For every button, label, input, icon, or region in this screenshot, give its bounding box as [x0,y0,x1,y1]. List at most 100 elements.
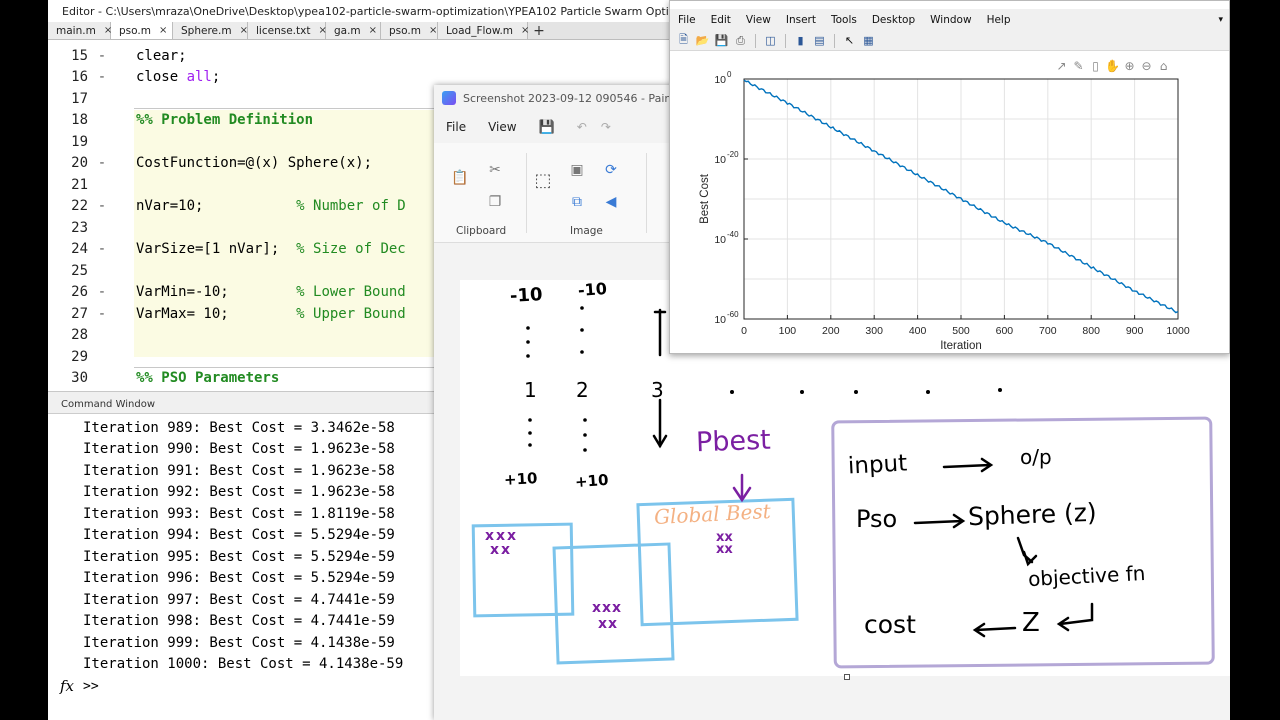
brush-icon[interactable]: ✎ [1071,59,1086,73]
tab-label: main.m [56,24,96,37]
pan-icon[interactable]: ✋ [1105,59,1120,73]
cut-icon[interactable]: ✂ [486,161,504,179]
figure-menu-desktop[interactable]: Desktop [872,14,915,26]
open-file-icon[interactable]: 📂 [695,33,710,48]
zoom-in-icon[interactable]: ⊕ [1122,59,1137,73]
new-figure-icon[interactable]: 🗎 [676,33,691,48]
y-tick-exponent: -60 [727,310,739,319]
toolbar-separator [834,33,835,48]
y-tick-label: 10 [714,154,726,166]
flip-icon[interactable]: ◀ [602,193,620,211]
label-op: o/p [1020,445,1052,469]
tab-close-icon[interactable]: × [369,25,377,36]
tab-close-icon[interactable]: × [240,25,248,36]
x-tick-label: 900 [1126,325,1144,337]
label-minus10-a: -10 [509,284,544,307]
zoom-out-icon[interactable]: ⊖ [1139,59,1154,73]
breakpoint-marker[interactable]: - [88,241,116,257]
x-marks-box1b: xx [490,542,513,558]
save-figure-icon[interactable]: 💾 [714,33,729,48]
export-icon[interactable]: ↗ [1054,59,1069,73]
command-prompt[interactable]: >> [83,679,99,694]
y-tick-exponent: 0 [727,70,732,79]
line-number: 17 [71,90,88,107]
paste-icon[interactable]: 📋 [451,169,469,187]
tab-3[interactable]: license.txt × [248,22,327,39]
ribbon-divider [526,153,527,233]
tab-close-icon[interactable]: × [429,25,437,36]
x-tick-label: 300 [865,325,883,337]
toolbar-separator [755,33,756,48]
colorbar-icon[interactable]: ▮ [793,33,808,48]
rotate-icon[interactable]: ⟳ [602,161,620,179]
code-token: %% PSO Parameters [136,370,280,387]
y-tick-exponent: -20 [727,150,739,159]
line-number: 28 [71,327,88,344]
best-cost-chart[interactable]: 0 100 200 300 400 500 600 700 800 900 100010 010 -20… [670,51,1229,353]
line-number: 25 [71,262,88,279]
label-index-3: 3 [651,378,664,402]
tab-5[interactable]: pso.m × [381,22,438,39]
copy-icon[interactable]: ❐ [486,193,504,211]
figure-menu-bar: File Edit View Insert Tools Desktop Window Help… [670,9,1229,31]
select-icon[interactable]: ⬚ [534,170,552,191]
code-token: % Size of Dec [296,241,406,258]
line-number: 24 [71,241,88,258]
paint-menu-view[interactable]: View [488,120,516,134]
redo-icon[interactable]: ↷ [601,120,611,134]
paint-title: Screenshot 2023-09-12 090546 - Paint [463,91,676,105]
figure-menu-view[interactable]: View [746,14,771,26]
figure-menu-tools[interactable]: Tools [831,14,857,26]
breakpoint-marker[interactable]: - [88,155,116,171]
print-icon[interactable]: ⎙ [733,33,748,48]
menu-overflow-icon[interactable]: ▾ [1218,15,1223,25]
tab-4[interactable]: ga.m × [326,22,381,39]
x-marks-box2b: xx [598,616,619,632]
code-token: % Number of D [296,198,406,215]
legend-icon[interactable]: ▤ [812,33,827,48]
command-output-line: Iteration 989: Best Cost = 3.3462e-58 [83,419,395,436]
tab-0[interactable]: main.m × [48,22,112,39]
figure-menu-window[interactable]: Window [930,14,971,26]
link-plot-icon[interactable]: ◫ [763,33,778,48]
canvas-resize-handle[interactable] [844,674,850,680]
tab-close-icon[interactable]: × [159,25,167,36]
breakpoint-marker[interactable]: - [88,69,116,85]
command-output-line: Iteration 992: Best Cost = 1.9623e-58 [83,484,395,501]
paint-menu-file[interactable]: File [446,120,466,134]
breakpoint-marker[interactable]: - [88,284,116,300]
tab-6[interactable]: Load_Flow.m × [438,22,529,39]
clipboard-group-label: Clipboard [456,225,507,237]
code-line[interactable]: 15- clear; [48,45,670,67]
code-token: %% Problem Definition [136,112,314,129]
figure-menu-insert[interactable]: Insert [786,14,816,26]
new-tab-button[interactable]: + [528,22,550,39]
code-text: close all; [116,69,220,85]
tab-1[interactable]: pso.m × [111,22,173,39]
figure-menu-help[interactable]: Help [987,14,1011,26]
resize-icon[interactable]: ⧉ [568,193,586,211]
figure-menu-edit[interactable]: Edit [711,14,731,26]
breakpoint-marker[interactable]: - [88,306,116,322]
crop-icon[interactable]: ▣ [568,161,586,179]
desktop: Editor - C:\Users\mraza\OneDrive\Desktop… [0,0,1280,720]
code-text: VarSize=[1 nVar]; % Size of Dec [116,241,406,257]
undo-icon[interactable]: ↶ [577,120,587,134]
x-tick-label: 500 [952,325,970,337]
editor-tabs: main.m × pso.m × Sphere.m × license.txt × ga.m × p… [48,22,670,40]
x-tick-label: 100 [779,325,797,337]
tab-2[interactable]: Sphere.m × [173,22,248,39]
breakpoint-marker[interactable]: - [88,48,116,64]
property-inspector-icon[interactable]: ▦ [861,33,876,48]
edit-plot-icon[interactable]: ↖ [842,33,857,48]
line-number: 27 [71,305,88,322]
save-icon[interactable]: 💾 [539,120,555,135]
datatip-icon[interactable]: ▯ [1088,59,1103,73]
fx-icon[interactable]: fx [60,677,74,695]
home-icon[interactable]: ⌂ [1156,59,1171,73]
breakpoint-marker[interactable]: - [88,198,116,214]
line-number: 29 [71,348,88,365]
figure-menu-file[interactable]: File [678,14,696,26]
x-tick-label: 400 [909,325,927,337]
label-input: input [847,450,908,480]
